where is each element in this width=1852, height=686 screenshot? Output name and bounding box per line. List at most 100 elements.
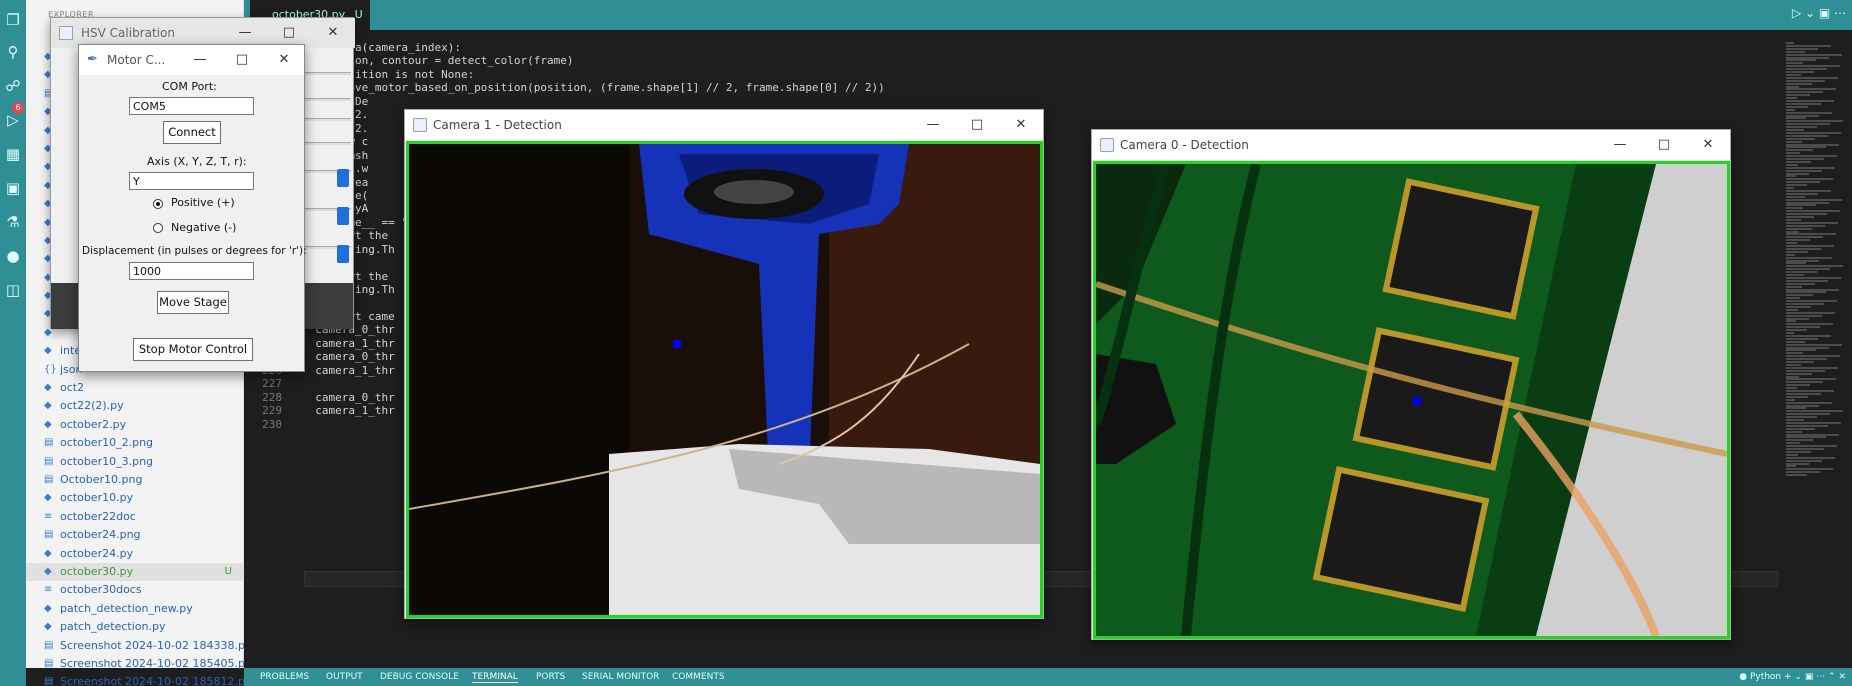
file-item[interactable]: ▤ October10.png <box>26 471 244 489</box>
minimap-line <box>1786 274 1804 276</box>
panel-tab[interactable]: PORTS <box>536 672 565 682</box>
file-item[interactable]: ▤ Screenshot 2024-10-02 185812.png <box>26 673 244 686</box>
maximize-icon[interactable]: □ <box>955 110 999 140</box>
code-line[interactable]: camera_1_thr <box>302 403 394 419</box>
positive-label: Positive (+) <box>171 196 235 209</box>
testing-icon[interactable]: ⚗ <box>3 212 23 232</box>
file-name: october30.py <box>60 564 134 578</box>
language-mode[interactable]: Python <box>1750 672 1781 682</box>
file-item[interactable]: ◆ oct22(2).py <box>26 397 244 415</box>
minimap-line <box>1786 271 1817 274</box>
stop-motor-control-button[interactable]: Stop Motor Control <box>133 338 253 361</box>
minimize-icon[interactable]: — <box>180 45 220 75</box>
minimap-line <box>1786 134 1828 137</box>
run-file-icon[interactable]: ▷ ⌄ ▣ ⋯ <box>1792 6 1846 20</box>
source-control-icon[interactable]: ☍ <box>3 76 23 96</box>
minimap-line <box>1786 42 1794 44</box>
minimap-line <box>1786 97 1797 100</box>
minimap-line <box>1786 387 1797 390</box>
close-icon[interactable]: ✕ <box>1686 130 1730 160</box>
minimap-line <box>1786 242 1797 245</box>
panel-tab[interactable]: DEBUG CONSOLE <box>380 672 459 682</box>
code-line[interactable]: camera_1_thr <box>302 363 394 379</box>
close-icon[interactable]: ✕ <box>264 45 304 75</box>
minimap-line <box>1786 407 1806 410</box>
search-icon[interactable]: ⚲ <box>3 42 23 62</box>
hsv-slider[interactable] <box>305 118 351 121</box>
file-item[interactable]: ◆ october10.py <box>26 489 244 507</box>
slider-thumb[interactable] <box>337 245 349 263</box>
positive-radio[interactable] <box>153 199 163 209</box>
minimap-line <box>1786 262 1806 265</box>
files-icon[interactable]: ❐ <box>3 10 23 30</box>
com-port-input[interactable] <box>129 97 254 115</box>
file-item[interactable]: ◆ patch_detection_new.py <box>26 600 244 618</box>
file-item[interactable]: ▤ october10_3.png <box>26 453 244 471</box>
minimap-line <box>1786 146 1826 149</box>
minimize-icon[interactable]: — <box>1598 130 1642 160</box>
slider-thumb[interactable] <box>337 169 349 187</box>
connect-button[interactable]: Connect <box>163 121 221 144</box>
file-name: october10_2.png <box>60 436 154 450</box>
minimap-line <box>1786 398 1795 401</box>
minimize-icon[interactable]: — <box>911 110 955 140</box>
minimap-line <box>1786 297 1800 300</box>
file-item[interactable]: ≡ october30docs <box>26 581 244 599</box>
hsv-slider[interactable] <box>305 142 351 145</box>
maximize-icon[interactable]: □ <box>222 45 262 75</box>
git-status-badge: U <box>224 565 232 577</box>
close-icon[interactable]: ✕ <box>999 110 1043 140</box>
file-item[interactable]: ▤ Screenshot 2024-10-02 185405.png <box>26 655 244 673</box>
minimap-line <box>1786 468 1833 471</box>
minimap-line <box>1786 279 1828 282</box>
file-item[interactable]: ◆ patch_detection.py <box>26 618 244 636</box>
camera0-feed <box>1093 161 1730 639</box>
chat-icon[interactable]: ◫ <box>3 280 23 300</box>
file-item[interactable]: ▤ october10_2.png <box>26 434 244 452</box>
panel-tab[interactable]: SERIAL MONITOR <box>582 672 659 682</box>
displacement-input[interactable] <box>129 262 254 280</box>
hsv-slider[interactable] <box>305 72 351 75</box>
code-line[interactable]: move_motor_based_on_position(position, (… <box>302 80 885 96</box>
panel-tab[interactable]: OUTPUT <box>326 672 363 682</box>
minimap-line <box>1786 120 1843 123</box>
run-debug-icon[interactable]: ▷ <box>3 110 23 130</box>
panel-actions-icon[interactable]: + ⌄ ▣ ⋯ ⌃ ✕ <box>1784 672 1846 682</box>
minimap-line <box>1786 448 1824 450</box>
axis-label: Axis (X, Y, Z, T, r): <box>147 155 247 168</box>
minimap-line <box>1786 236 1823 239</box>
remote-explorer-icon[interactable]: ▣ <box>3 178 23 198</box>
file-item[interactable]: ◆ october30.py U <box>26 562 244 582</box>
file-item[interactable]: ◆ oct2 <box>26 379 244 397</box>
minimap-line <box>1786 329 1807 332</box>
minimap-line <box>1786 332 1794 334</box>
file-item[interactable]: ▤ october24.png <box>26 526 244 544</box>
minimap-line <box>1786 85 1799 88</box>
extensions-icon[interactable]: ▦ <box>3 144 23 164</box>
minimap[interactable] <box>1780 30 1852 668</box>
image-file-icon: ▤ <box>44 657 54 669</box>
github-icon[interactable]: ● <box>3 246 23 266</box>
axis-input[interactable] <box>129 172 254 190</box>
move-stage-button[interactable]: Move Stage <box>157 291 229 314</box>
window-icon <box>1100 138 1114 152</box>
panel-tab[interactable]: COMMENTS <box>672 672 725 682</box>
close-icon[interactable]: ✕ <box>311 18 355 48</box>
minimap-line <box>1786 68 1827 71</box>
panel-tab[interactable]: PROBLEMS <box>260 672 309 682</box>
file-item[interactable]: ◆ october2.py <box>26 416 244 434</box>
minimap-line <box>1786 88 1836 91</box>
negative-radio[interactable] <box>153 223 163 233</box>
minimap-line <box>1786 285 1802 288</box>
file-name: october2.py <box>60 417 127 431</box>
slider-thumb[interactable] <box>337 207 349 225</box>
panel-tab[interactable]: TERMINAL <box>472 672 518 683</box>
file-item[interactable]: ≡ october22doc <box>26 508 244 526</box>
file-item[interactable]: ◆ october24.py <box>26 545 244 563</box>
file-name: Screenshot 2024-10-02 185405.png <box>60 656 244 670</box>
minimap-line <box>1786 187 1794 189</box>
file-item[interactable]: ▤ Screenshot 2024-10-02 184338.png <box>26 637 244 655</box>
minimap-line <box>1786 44 1831 47</box>
maximize-icon[interactable]: □ <box>1642 130 1686 160</box>
hsv-slider[interactable] <box>305 98 351 101</box>
